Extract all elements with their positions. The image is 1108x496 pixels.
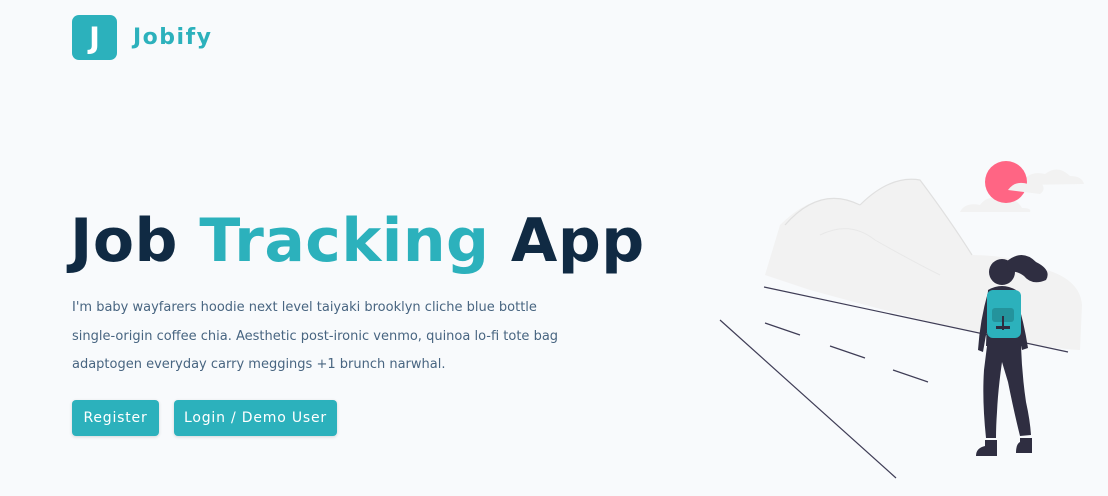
woman-hiker-illustration-icon <box>719 161 1084 479</box>
title-part-2: App <box>510 206 645 276</box>
logo-icon: J <box>72 15 117 60</box>
logo[interactable]: J Jobify <box>72 15 213 60</box>
title-part-1: Job <box>70 206 178 276</box>
shoe-icon <box>976 440 997 456</box>
cloud-icon <box>960 197 1031 212</box>
logo-text: Jobify <box>133 25 213 50</box>
hero-description: I'm baby wayfarers hoodie next level tai… <box>72 300 559 372</box>
login-demo-button[interactable]: Login / Demo User <box>174 400 337 436</box>
title-accent: Tracking <box>199 206 490 276</box>
sun-icon <box>985 161 1027 203</box>
page-title: Job Tracking App <box>70 196 645 286</box>
register-button[interactable]: Register <box>72 400 159 436</box>
landing-page: J Jobify Job Tracking App I'm baby wayfa… <box>0 0 1108 496</box>
shoe-icon <box>1016 438 1032 453</box>
